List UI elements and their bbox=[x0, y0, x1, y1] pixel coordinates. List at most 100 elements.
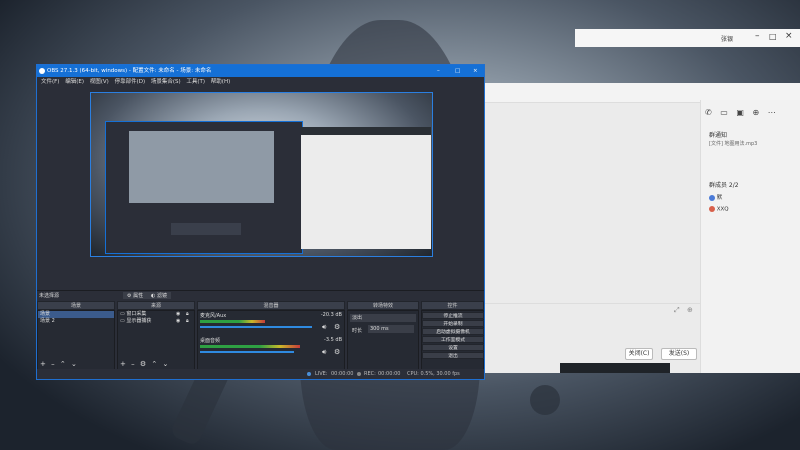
source-name: 显示器捕获 bbox=[126, 318, 152, 324]
member-item[interactable]: XXQ bbox=[709, 206, 729, 213]
avatar bbox=[709, 194, 715, 201]
visibility-icon[interactable]: ◉ bbox=[176, 311, 180, 318]
source-item[interactable]: ▭ 窗口采集 ◉ 🔒︎ bbox=[118, 311, 194, 318]
message-area bbox=[484, 103, 700, 303]
stop-streaming-button[interactable]: 停止推流 bbox=[422, 312, 484, 319]
mixer-dock: 麦克风/Aux -20.3 dB 🔊︎ ⚙ 桌面音频 -3.5 dB 🔊︎ ⚙ bbox=[197, 310, 345, 370]
start-recording-button[interactable]: 开始录制 bbox=[422, 320, 484, 327]
video-icon[interactable]: ▭ bbox=[720, 108, 728, 117]
menu-view[interactable]: 视图(V) bbox=[90, 79, 109, 85]
gear-icon[interactable]: ⚙ bbox=[334, 348, 340, 356]
live-indicator-icon bbox=[307, 372, 311, 376]
remove-icon[interactable]: – bbox=[131, 360, 135, 368]
gear-icon[interactable]: ⚙ bbox=[140, 360, 146, 368]
scene-toolbar: + – ⌃ ⌄ bbox=[40, 360, 77, 368]
controls-dock-title: 控件 bbox=[421, 301, 484, 310]
exit-button[interactable]: 退出 bbox=[422, 352, 484, 359]
minimize-icon[interactable]: – bbox=[755, 31, 760, 41]
chat-action-icons: ✆ ▭ ▣ ⊕ ⋯ bbox=[705, 108, 776, 117]
minimize-icon[interactable]: – bbox=[437, 65, 440, 77]
speaker-icon[interactable]: 🔊︎ bbox=[322, 348, 326, 357]
transition-select[interactable]: 淡出 bbox=[350, 314, 416, 322]
duration-input[interactable]: 300 ms bbox=[368, 325, 414, 333]
scenes-dock-title: 场景 bbox=[37, 301, 115, 310]
obs-titlebar: OBS 27.1.3 (64-bit, windows) - 配置文件: 未命名… bbox=[37, 65, 484, 77]
add-icon[interactable]: ⊕ bbox=[687, 306, 693, 314]
mixer-channel: 桌面音频 -3.5 dB 🔊︎ ⚙ bbox=[200, 337, 344, 359]
add-member-icon[interactable]: ⊕ bbox=[752, 108, 759, 117]
properties-label: 属性 bbox=[133, 293, 144, 299]
menu-scene-collection[interactable]: 场景集合(S) bbox=[151, 79, 181, 85]
transitions-dock-title: 转场特效 bbox=[347, 301, 419, 310]
member-name: 默 bbox=[716, 195, 723, 201]
start-virtual-camera-button[interactable]: 启动虚拟摄像机 bbox=[422, 328, 484, 335]
nested-chat-window bbox=[301, 127, 431, 249]
filters-button[interactable]: ◐ 滤镜 bbox=[147, 292, 171, 299]
chat-title: 张银 bbox=[721, 36, 734, 43]
move-up-icon[interactable]: ⌃ bbox=[60, 360, 66, 368]
menu-edit[interactable]: 编辑(E) bbox=[65, 79, 84, 85]
group-notice-text: [文件] 地图用法.mp3 bbox=[709, 141, 758, 147]
settings-button[interactable]: 设置 bbox=[422, 344, 484, 351]
source-toolbar: 未选择源 ⚙ 属性 ◐ 滤镜 bbox=[37, 290, 484, 300]
move-down-icon[interactable]: ⌄ bbox=[162, 360, 168, 368]
lock-icon[interactable]: 🔒︎ bbox=[186, 318, 189, 325]
live-label: LIVE: bbox=[315, 371, 328, 377]
source-toolbar: + – ⚙ ⌃ ⌄ bbox=[120, 360, 168, 368]
member-item[interactable]: 默 bbox=[709, 193, 722, 201]
menu-file[interactable]: 文件(F) bbox=[41, 79, 59, 85]
member-name: XXQ bbox=[716, 206, 729, 213]
desktop-background: 张银 – □ × ⤢ ⊕ 关闭(C) 发送(S) ✆ ▭ ▣ ⊕ ⋯ 群通知 [… bbox=[0, 0, 800, 450]
chat-window-titlebar: 张银 – □ × bbox=[575, 29, 800, 47]
close-icon[interactable]: × bbox=[473, 65, 478, 77]
close-button[interactable]: 关闭(C) bbox=[625, 348, 653, 360]
phone-icon[interactable]: ✆ bbox=[705, 108, 712, 117]
taskbar-strip bbox=[560, 363, 670, 373]
menu-help[interactable]: 帮助(H) bbox=[211, 79, 230, 85]
menu-tools[interactable]: 工具(T) bbox=[186, 79, 205, 85]
more-icon[interactable]: ⋯ bbox=[768, 108, 776, 117]
maximize-icon[interactable]: □ bbox=[769, 32, 777, 41]
scene-item[interactable]: 场景 bbox=[38, 311, 114, 318]
studio-mode-button[interactable]: 工作室模式 bbox=[422, 336, 484, 343]
level-meter bbox=[200, 320, 265, 323]
lock-icon[interactable]: 🔒︎ bbox=[186, 311, 189, 318]
volume-slider[interactable] bbox=[200, 351, 294, 353]
share-icon[interactable]: ▣ bbox=[736, 108, 744, 117]
gear-icon[interactable]: ⚙ bbox=[334, 323, 340, 331]
source-item[interactable]: ▭ 显示器捕获 ◉ 🔒︎ bbox=[118, 318, 194, 325]
remove-icon[interactable]: – bbox=[51, 360, 55, 368]
menu-bar: 文件(F) 编辑(E) 视图(V) 停靠部件(D) 场景集合(S) 工具(T) … bbox=[37, 77, 484, 87]
rec-label: REC: bbox=[364, 371, 376, 377]
speaker-icon[interactable]: 🔊︎ bbox=[322, 323, 326, 332]
live-time: 00:00:00 bbox=[331, 371, 354, 377]
cpu-status: CPU: 0.5%, 30.00 fps bbox=[407, 371, 460, 377]
mixer-channel: 麦克风/Aux -20.3 dB 🔊︎ ⚙ bbox=[200, 312, 344, 334]
menu-docks[interactable]: 停靠部件(D) bbox=[115, 79, 146, 85]
add-icon[interactable]: + bbox=[120, 360, 126, 368]
transition-type: 淡出 bbox=[352, 315, 363, 321]
members-title: 群成员 2/2 bbox=[709, 182, 739, 189]
move-down-icon[interactable]: ⌄ bbox=[71, 360, 77, 368]
sources-dock-title: 来源 bbox=[117, 301, 195, 310]
add-icon[interactable]: + bbox=[40, 360, 46, 368]
nested-mixer bbox=[171, 223, 241, 235]
rec-time: 00:00:00 bbox=[378, 371, 401, 377]
visibility-icon[interactable]: ◉ bbox=[176, 318, 180, 325]
move-up-icon[interactable]: ⌃ bbox=[151, 360, 157, 368]
close-icon[interactable]: × bbox=[785, 31, 793, 41]
scene-item[interactable]: 场景 2 bbox=[38, 318, 114, 325]
screenshot-icon[interactable]: ⤢ bbox=[674, 306, 680, 315]
monitor-icon: ▭ bbox=[120, 318, 125, 324]
group-notice-label: 群通知 bbox=[709, 132, 728, 139]
maximize-icon[interactable]: □ bbox=[455, 65, 460, 77]
volume-slider[interactable] bbox=[200, 326, 312, 328]
rec-indicator-icon bbox=[357, 372, 361, 376]
properties-button[interactable]: ⚙ 属性 bbox=[123, 292, 148, 299]
controls-dock: 停止推流 开始录制 启动虚拟摄像机 工作室模式 设置 退出 bbox=[421, 310, 484, 370]
obs-window: OBS 27.1.3 (64-bit, windows) - 配置文件: 未命名… bbox=[36, 64, 485, 380]
window-title: OBS 27.1.3 (64-bit, windows) - 配置文件: 未命名… bbox=[47, 68, 212, 74]
preview-canvas[interactable] bbox=[90, 92, 433, 257]
window-icon: ▭ bbox=[120, 311, 125, 317]
send-button[interactable]: 发送(S) bbox=[661, 348, 697, 360]
